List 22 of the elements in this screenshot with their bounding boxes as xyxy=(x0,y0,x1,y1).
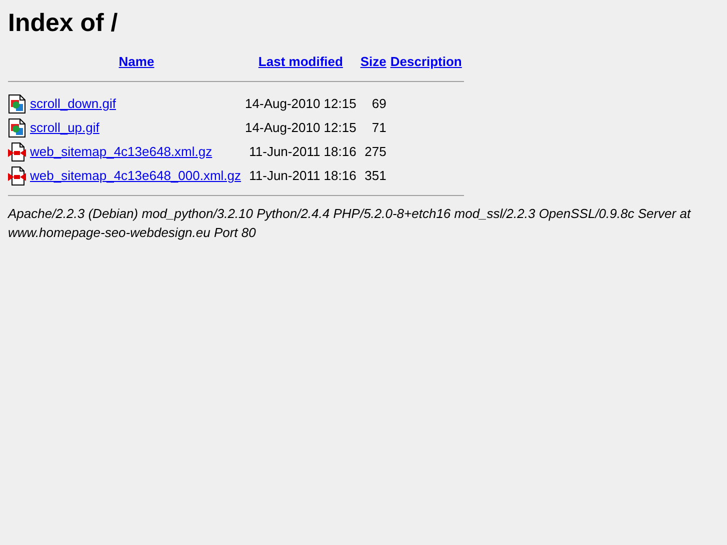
column-sort-link[interactable]: Last modified xyxy=(258,54,343,69)
compressed-file-icon xyxy=(8,166,26,186)
page-title: Index of / xyxy=(8,8,119,38)
server-signature: Apache/2.2.3 (Debian) mod_python/3.2.10 Python/2.4.4 PHP/5.2.0-8+etch16 mod_ssl/2.2.3 OpenSSL/0.9.8c Server at www.homepage-seo-webdesign.eu Port 80 xyxy=(8,204,692,242)
column-sort-link[interactable]: Size xyxy=(360,54,386,69)
file-link[interactable]: web_sitemap_4c13e648.xml.gz xyxy=(30,144,212,159)
modified-date: 14-Aug-2010 12:15 xyxy=(245,96,356,111)
file-size: 275 xyxy=(364,144,386,159)
image-file-icon xyxy=(8,118,26,138)
file-size: 69 xyxy=(372,96,386,111)
file-size: 71 xyxy=(372,120,386,135)
modified-date: 11-Jun-2011 18:16 xyxy=(249,168,356,183)
column-sort-link[interactable]: Description xyxy=(390,54,462,69)
file-link[interactable]: scroll_up.gif xyxy=(30,120,100,135)
file-size: 351 xyxy=(364,168,386,183)
modified-date: 14-Aug-2010 12:15 xyxy=(245,120,356,135)
image-file-icon xyxy=(8,94,26,114)
file-link[interactable]: web_sitemap_4c13e648_000.xml.gz xyxy=(30,168,242,183)
column-sort-link[interactable]: Name xyxy=(118,54,154,69)
file-link[interactable]: scroll_down.gif xyxy=(30,96,116,111)
modified-date: 11-Jun-2011 18:16 xyxy=(249,144,356,159)
compressed-file-icon xyxy=(8,142,26,162)
